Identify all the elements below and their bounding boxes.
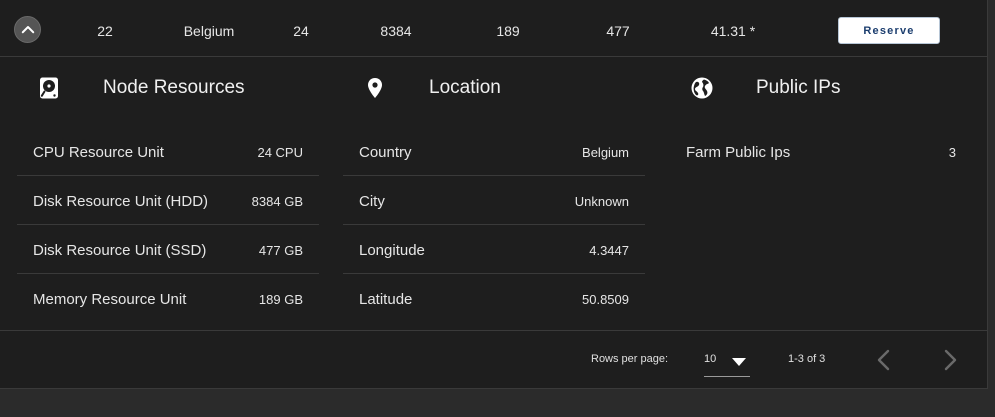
caret-down-icon: [732, 358, 746, 366]
item-label: Disk Resource Unit (HDD): [33, 193, 209, 210]
rows-per-page-label: Rows per page:: [591, 353, 669, 365]
harddisk-icon: [40, 77, 58, 99]
section-header: Location: [343, 57, 645, 117]
item-value: Unknown: [574, 194, 629, 209]
rows-per-page-value: 10: [704, 353, 717, 365]
list-item: Longitude 4.3447: [343, 225, 645, 274]
globe-icon: [691, 77, 713, 99]
section-header: Node Resources: [17, 57, 319, 117]
table-row: 22 Belgium 24 8384 189 477 41.31 * Reser…: [0, 0, 988, 57]
item-value: 189 GB: [258, 292, 303, 307]
item-value: Belgium: [582, 145, 629, 160]
item-label: Longitude: [359, 242, 425, 259]
cell-mru: 189: [496, 23, 520, 39]
list-item: Country Belgium: [343, 127, 645, 176]
list-item: Latitude 50.8509: [343, 274, 645, 323]
chevron-left-icon: [877, 349, 890, 371]
item-label: Memory Resource Unit: [33, 291, 187, 308]
item-label: Latitude: [359, 291, 413, 308]
list-item: City Unknown: [343, 176, 645, 225]
list-item: Disk Resource Unit (SSD) 477 GB: [17, 225, 319, 274]
item-value: 8384 GB: [251, 194, 303, 209]
item-value: 24 CPU: [257, 145, 303, 160]
next-page-button[interactable]: [937, 347, 963, 373]
item-value: 4.3447: [589, 243, 629, 258]
list-item: Disk Resource Unit (HDD) 8384 GB: [17, 176, 319, 225]
section-title: Public IPs: [756, 77, 841, 98]
cell-id: 22: [97, 23, 113, 39]
section-header: Public IPs: [670, 57, 972, 117]
list-item: Farm Public Ips 3: [670, 127, 972, 176]
chevron-right-icon: [944, 349, 957, 371]
section-title: Location: [429, 77, 501, 98]
section-title: Node Resources: [103, 77, 245, 98]
chevron-up-icon: [21, 25, 34, 33]
reserve-button[interactable]: Reserve: [838, 17, 940, 44]
item-value: 50.8509: [582, 292, 629, 307]
item-value: 477 GB: [258, 243, 303, 258]
cell-cru: 24: [293, 23, 309, 39]
item-value: 3: [948, 145, 956, 160]
item-label: Farm Public Ips: [686, 144, 791, 161]
item-label: City: [359, 193, 385, 210]
item-label: CPU Resource Unit: [33, 144, 164, 161]
cell-price: 41.31 *: [710, 23, 756, 39]
cell-country: Belgium: [183, 23, 235, 39]
cell-hru: 8384: [380, 23, 412, 39]
cell-sru: 477: [606, 23, 630, 39]
map-marker-icon: [368, 78, 382, 98]
collapse-row-button[interactable]: [14, 16, 41, 43]
pagination-range: 1-3 of 3: [788, 353, 826, 365]
list-item: CPU Resource Unit 24 CPU: [17, 127, 319, 176]
item-label: Disk Resource Unit (SSD): [33, 242, 207, 259]
item-label: Country: [359, 144, 412, 161]
rows-per-page-select[interactable]: 10: [704, 344, 750, 377]
previous-page-button[interactable]: [871, 347, 897, 373]
footer-divider: [0, 330, 988, 331]
list-item: Memory Resource Unit 189 GB: [17, 274, 319, 323]
node-details-card: 22 Belgium 24 8384 189 477 41.31 * Reser…: [0, 0, 988, 389]
